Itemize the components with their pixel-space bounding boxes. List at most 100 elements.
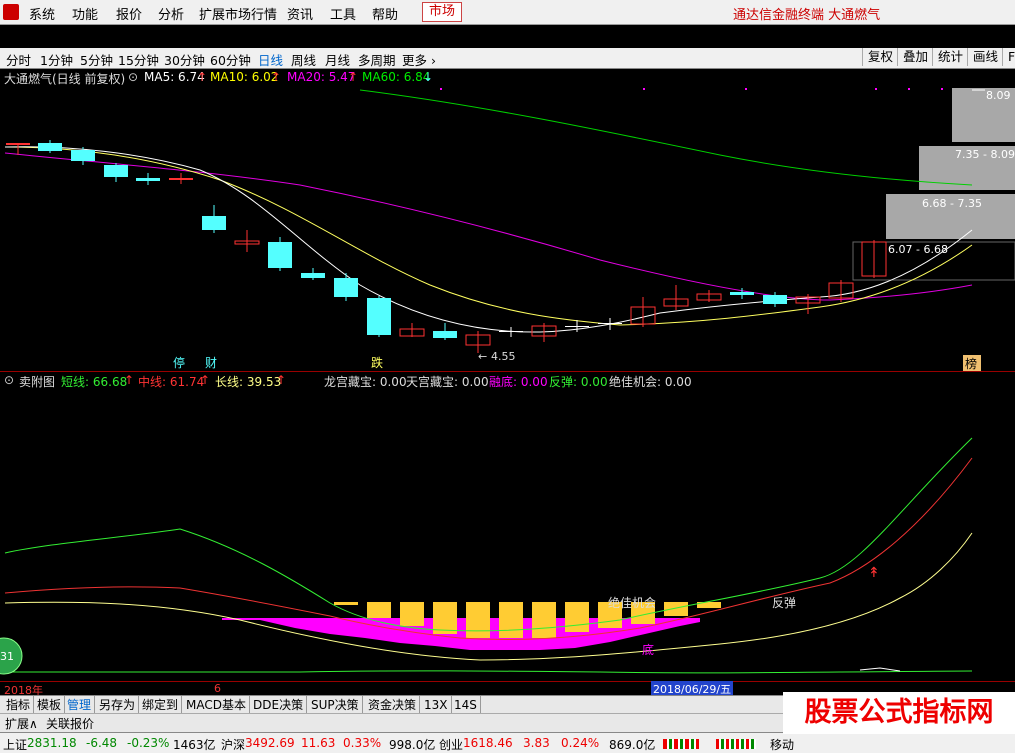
- period-month[interactable]: 月线: [325, 50, 350, 69]
- tab-indicator[interactable]: 指标: [3, 696, 35, 714]
- period-bar: 分时 1分钟 5分钟 15分钟 30分钟 60分钟 日线 周线 月线 多周期 更…: [0, 48, 1015, 69]
- terminal-info: 通达信金融终端 大通燃气: [733, 8, 881, 23]
- event-finance[interactable]: 财: [205, 356, 217, 370]
- sub-settings-icon[interactable]: ⊙: [4, 373, 14, 387]
- ma60-line: [359, 89, 973, 186]
- ma20-label: MA20: 5.47: [287, 70, 356, 84]
- tab-template[interactable]: 模板: [34, 696, 66, 714]
- menu-system[interactable]: 系统: [29, 4, 55, 23]
- kline-chart[interactable]: 8.09 7.35 - 8.09 6.68 - 7.35 6.07 - 6.68: [0, 85, 1015, 372]
- period-day[interactable]: 日线: [258, 50, 283, 69]
- up-arrow-icon: ↑: [197, 70, 208, 84]
- ma60-label: MA60: 6.84: [362, 70, 431, 84]
- related-quote-button[interactable]: 关联报价: [46, 715, 94, 732]
- main-chart-header: 大通燃气(日线 前复权) ⊙ MA5: 6.74 ↑ MA10: 6.02 ↑ …: [0, 69, 1015, 86]
- app-logo-icon: [3, 4, 19, 20]
- ma20-line: [4, 152, 973, 301]
- ma5-label: MA5: 6.74: [144, 70, 205, 84]
- menu-help[interactable]: 帮助: [372, 4, 398, 23]
- stats-button[interactable]: 统计: [932, 48, 968, 66]
- tab-manage[interactable]: 管理: [64, 696, 96, 714]
- bottom-spike: [859, 667, 901, 672]
- overlay-button[interactable]: 叠加: [897, 48, 933, 66]
- tab-fund[interactable]: 资金决策: [365, 696, 421, 714]
- sz-pct: 0.33%: [343, 736, 382, 750]
- menu-tools[interactable]: 工具: [330, 4, 356, 23]
- tab-bind-to[interactable]: 绑定到: [139, 696, 183, 714]
- menu-bar: 系统 功能 报价 分析 扩展市场行情 资讯 工具 帮助 市场 通达信金融终端 大…: [0, 0, 1015, 25]
- cy-name[interactable]: 创业: [439, 736, 463, 753]
- low-price-marker: ←: [478, 350, 487, 363]
- down-arrow-icon: ↓: [423, 70, 434, 84]
- period-week[interactable]: 周线: [291, 50, 316, 69]
- menu-ext-market[interactable]: 扩展市场行情: [199, 4, 277, 23]
- dropdown-icon[interactable]: ⊙: [128, 70, 138, 84]
- period-tick[interactable]: 分时: [6, 50, 31, 69]
- restore-rights-button[interactable]: 复权: [862, 48, 898, 66]
- watermark: 股票公式指标网: [783, 692, 1015, 734]
- indicator-chart[interactable]: 绝佳机会 反弹 底 ↟ 31: [0, 388, 1015, 681]
- sh-change: -6.48: [86, 736, 118, 750]
- sz-name[interactable]: 沪深: [221, 736, 245, 753]
- period-5min[interactable]: 5分钟: [80, 50, 113, 69]
- jjjh-marker: 绝佳机会: [608, 595, 656, 610]
- menu-analysis[interactable]: 分析: [158, 4, 184, 23]
- tab-macd[interactable]: MACD基本: [183, 696, 250, 714]
- move-label[interactable]: 移动: [770, 736, 794, 753]
- buy-arrow-icon: ↟: [868, 565, 880, 581]
- cy-amount: 869.0亿: [609, 738, 656, 752]
- top-markers: [440, 88, 943, 90]
- cy-change: 3.83: [523, 736, 550, 750]
- menu-function[interactable]: 功能: [72, 4, 98, 23]
- period-more-label: 更多: [402, 53, 428, 68]
- menu-news[interactable]: 资讯: [287, 4, 313, 23]
- date-axis-rule: [0, 681, 1015, 682]
- sz-value: 3492.69: [245, 736, 295, 750]
- sub-chart-header: ⊙ 卖附图 短线: 66.68 ↑ 中线: 61.74 ↑ 长线: 39.53 …: [0, 372, 1015, 389]
- tab-dde[interactable]: DDE决策: [250, 696, 308, 714]
- ma10-line: [4, 146, 973, 326]
- sh-pct: -0.23%: [127, 736, 170, 750]
- period-1min[interactable]: 1分钟: [40, 50, 73, 69]
- event-rank[interactable]: 榜: [965, 356, 977, 371]
- short-line: [4, 437, 973, 632]
- up-arrow-icon: ↑: [276, 373, 287, 387]
- tab-13x[interactable]: 13X: [421, 696, 452, 714]
- price-box-1-label: 8.09: [986, 89, 1011, 102]
- period-60min[interactable]: 60分钟: [210, 50, 251, 69]
- draw-button[interactable]: 画线: [967, 48, 1003, 66]
- chevron-down-icon: ›: [427, 53, 436, 68]
- price-box-2-label: 7.35 - 8.09: [955, 148, 1015, 161]
- expand-button[interactable]: 扩展∧: [5, 715, 38, 732]
- rongdi-area: [222, 618, 700, 650]
- period-30min[interactable]: 30分钟: [164, 50, 205, 69]
- sh-name[interactable]: 上证: [3, 736, 27, 753]
- tab-save-as[interactable]: 另存为: [96, 696, 140, 714]
- up-arrow-icon: ↑: [200, 373, 211, 387]
- f-button[interactable]: F: [1002, 48, 1015, 66]
- sh-value: 2831.18: [27, 736, 77, 750]
- event-drop[interactable]: 跌: [371, 355, 383, 370]
- period-multi[interactable]: 多周期: [358, 50, 396, 69]
- period-15min[interactable]: 15分钟: [118, 50, 159, 69]
- sz-amount: 998.0亿: [389, 738, 436, 752]
- cy-pct: 0.24%: [561, 736, 600, 750]
- status-bar: 上证 2831.18 -6.48 -0.23% 1463亿 沪深 3492.69…: [0, 732, 1015, 753]
- event-stop[interactable]: 停: [173, 355, 185, 370]
- up-arrow-icon: ↑: [124, 373, 135, 387]
- menu-quote[interactable]: 报价: [116, 4, 142, 23]
- up-arrow-icon: ↑: [271, 70, 282, 84]
- low-price-label: 4.55: [491, 350, 516, 363]
- period-more[interactable]: 更多 ›: [402, 50, 436, 69]
- market-button[interactable]: 市场: [422, 2, 463, 22]
- ma10-label: MA10: 6.02: [210, 70, 279, 84]
- market-breadth-bar: [663, 739, 699, 749]
- market-breadth-bar-2: [716, 739, 756, 749]
- sh-amount: 1463亿: [173, 738, 216, 752]
- price-box-3-label: 6.68 - 7.35: [922, 197, 982, 210]
- tab-sup[interactable]: SUP决策: [308, 696, 363, 714]
- tab-14s[interactable]: 14S: [451, 696, 481, 714]
- di-marker: 底: [642, 642, 654, 657]
- date-month: 6: [214, 682, 221, 695]
- float-circle-label: 31: [0, 650, 14, 663]
